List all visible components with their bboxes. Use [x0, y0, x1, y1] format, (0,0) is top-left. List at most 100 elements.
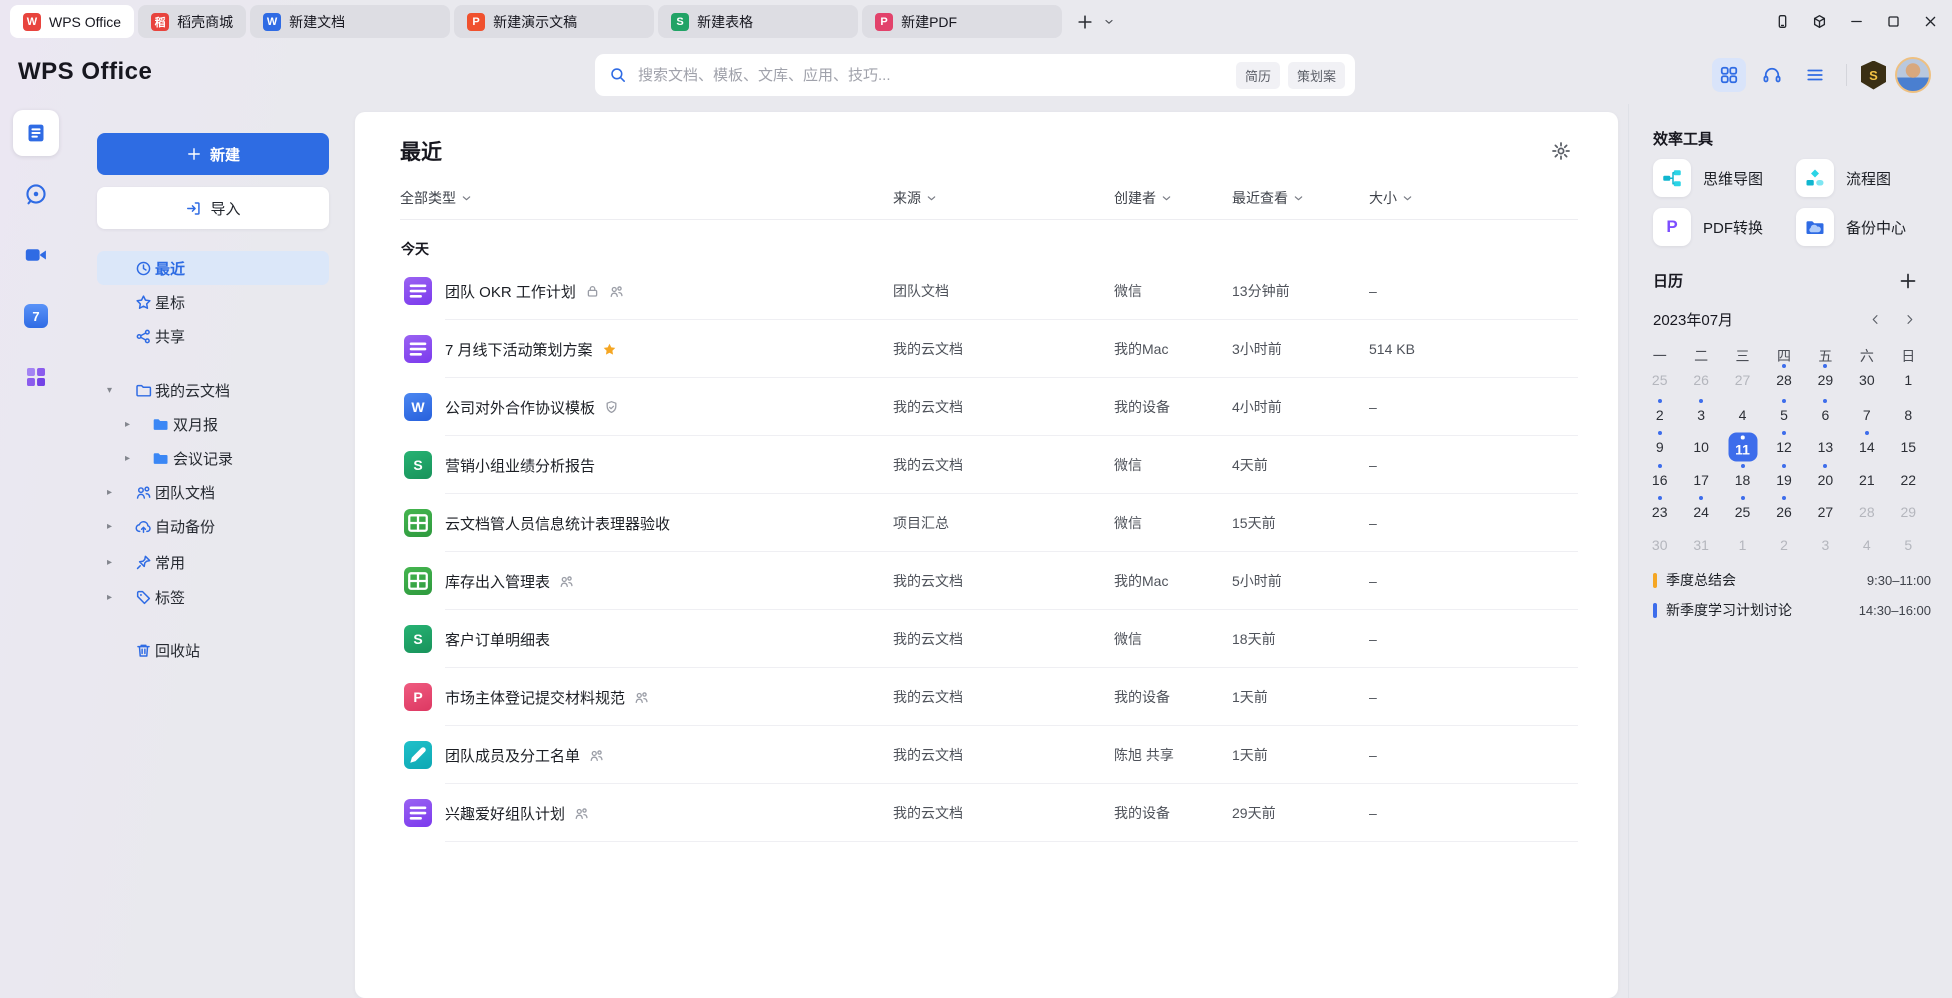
calendar-day[interactable]: 2: [1639, 402, 1680, 428]
calendar-day[interactable]: 28: [1846, 499, 1887, 525]
file-row[interactable]: 兴趣爱好组队计划我的云文档我的设备29天前–: [355, 784, 1618, 842]
calendar-day[interactable]: 27: [1805, 499, 1846, 525]
calendar-day[interactable]: 2: [1763, 532, 1804, 558]
calendar-day[interactable]: 4: [1722, 402, 1763, 428]
calendar-event[interactable]: 季度总结会9:30–11:00: [1653, 569, 1931, 591]
sidebar-tree-item[interactable]: ▸会议记录: [97, 441, 329, 475]
tab-pdf[interactable]: P新建PDF: [862, 5, 1062, 38]
caret-right-icon[interactable]: ▸: [107, 509, 112, 543]
caret-down-icon[interactable]: ▾: [107, 373, 112, 407]
plus-icon[interactable]: [1076, 13, 1094, 31]
calendar-event[interactable]: 新季度学习计划讨论14:30–16:00: [1653, 599, 1931, 621]
sidebar-tree-item[interactable]: ▸团队文档: [97, 475, 329, 509]
calendar-day[interactable]: 25: [1722, 499, 1763, 525]
list-settings-gear-icon[interactable]: [1551, 141, 1571, 161]
file-row[interactable]: 团队成员及分工名单我的云文档陈旭 共享1天前–: [355, 726, 1618, 784]
file-row[interactable]: 团队 OKR 工作计划团队文档微信13分钟前–: [355, 262, 1618, 320]
new-document-button[interactable]: 新建: [97, 133, 329, 175]
filter-2[interactable]: 创建者: [1114, 188, 1172, 208]
calendar-day[interactable]: 29: [1805, 367, 1846, 393]
calendar-day[interactable]: 20: [1805, 467, 1846, 493]
calendar-day[interactable]: 27: [1722, 367, 1763, 393]
minimize-icon[interactable]: [1849, 14, 1864, 29]
calendar-day[interactable]: 17: [1680, 467, 1721, 493]
file-row[interactable]: P市场主体登记提交材料规范我的云文档我的设备1天前–: [355, 668, 1618, 726]
calendar-day[interactable]: 15: [1888, 434, 1929, 460]
calendar-day[interactable]: 14: [1846, 434, 1887, 460]
calendar-day[interactable]: 13: [1805, 434, 1846, 460]
filter-3[interactable]: 最近查看: [1232, 188, 1304, 208]
rail-item-meeting[interactable]: [13, 232, 59, 278]
filter-0[interactable]: 全部类型: [400, 188, 472, 208]
calendar-day[interactable]: 12: [1763, 434, 1804, 460]
calendar-day[interactable]: 24: [1680, 499, 1721, 525]
calendar-day[interactable]: 19: [1763, 467, 1804, 493]
calendar-next-icon[interactable]: [1903, 313, 1916, 326]
calendar-day[interactable]: 22: [1888, 467, 1929, 493]
rail-item-apps[interactable]: [13, 354, 59, 400]
calendar-day[interactable]: 29: [1888, 499, 1929, 525]
mobile-icon[interactable]: [1775, 14, 1790, 29]
sidebar-tree-item[interactable]: ▾我的云文档: [97, 373, 329, 407]
file-row[interactable]: S营销小组业绩分析报告我的云文档微信4天前–: [355, 436, 1618, 494]
file-row[interactable]: 云文档管人员信息统计表理器验收项目汇总微信15天前–: [355, 494, 1618, 552]
caret-right-icon[interactable]: ▸: [125, 407, 130, 441]
file-row[interactable]: 7 月线下活动策划方案我的云文档我的Mac3小时前514 KB: [355, 320, 1618, 378]
rail-item-messages[interactable]: [13, 171, 59, 217]
rail-item-calendar[interactable]: 7: [13, 293, 59, 339]
global-search-bar[interactable]: 简历策划案: [595, 54, 1355, 96]
calendar-day[interactable]: 3: [1805, 532, 1846, 558]
calendar-day[interactable]: 25: [1639, 367, 1680, 393]
caret-right-icon[interactable]: ▸: [107, 475, 112, 509]
chev-down-icon[interactable]: [1104, 17, 1114, 27]
search-suggestion-chip[interactable]: 简历: [1236, 62, 1280, 89]
calendar-day[interactable]: 23: [1639, 499, 1680, 525]
sidebar-tree-item[interactable]: ▸常用: [97, 545, 329, 579]
user-avatar[interactable]: [1895, 57, 1931, 93]
tool-mindmap[interactable]: 思维导图: [1653, 159, 1763, 197]
calendar-day[interactable]: 6: [1805, 402, 1846, 428]
sidebar-item-star[interactable]: 星标: [97, 285, 329, 319]
calendar-day[interactable]: 28: [1763, 367, 1804, 393]
calendar-day[interactable]: 18: [1722, 467, 1763, 493]
calendar-day[interactable]: 7: [1846, 402, 1887, 428]
sidebar-item-trash[interactable]: 回收站: [97, 633, 329, 667]
tool-pdf-convert[interactable]: PPDF转换: [1653, 208, 1763, 246]
calendar-day[interactable]: 16: [1639, 467, 1680, 493]
tool-backup[interactable]: 备份中心: [1796, 208, 1906, 246]
close-icon[interactable]: [1923, 14, 1938, 29]
calendar-day[interactable]: 4: [1846, 532, 1887, 558]
calendar-day[interactable]: 21: [1846, 467, 1887, 493]
sidebar-tree-item[interactable]: ▸双月报: [97, 407, 329, 441]
calendar-day[interactable]: 3: [1680, 402, 1721, 428]
box-icon[interactable]: [1812, 14, 1827, 29]
sidebar-tree-item[interactable]: ▸标签: [97, 580, 329, 614]
search-suggestion-chip[interactable]: 策划案: [1288, 62, 1345, 89]
support-button[interactable]: [1755, 58, 1789, 92]
rail-item-documents[interactable]: [13, 110, 59, 156]
file-row[interactable]: 库存出入管理表我的云文档我的Mac5小时前–: [355, 552, 1618, 610]
calendar-day-selected[interactable]: 11: [1722, 434, 1763, 460]
calendar-prev-icon[interactable]: [1869, 313, 1882, 326]
sidebar-item-share[interactable]: 共享: [97, 319, 329, 353]
import-button[interactable]: 导入: [97, 187, 329, 229]
menu-button[interactable]: [1798, 58, 1832, 92]
calendar-day[interactable]: 1: [1722, 532, 1763, 558]
calendar-day[interactable]: 5: [1888, 532, 1929, 558]
tool-flowchart[interactable]: 流程图: [1796, 159, 1891, 197]
calendar-day[interactable]: 30: [1639, 532, 1680, 558]
calendar-day[interactable]: 1: [1888, 367, 1929, 393]
calendar-day[interactable]: 5: [1763, 402, 1804, 428]
tab-presentation[interactable]: P新建演示文稿: [454, 5, 654, 38]
calendar-day[interactable]: 10: [1680, 434, 1721, 460]
tab-writer[interactable]: W新建文档: [250, 5, 450, 38]
calendar-add-icon[interactable]: [1898, 271, 1918, 291]
filter-1[interactable]: 来源: [893, 188, 937, 208]
file-row[interactable]: S客户订单明细表我的云文档微信18天前–: [355, 610, 1618, 668]
calendar-day[interactable]: 31: [1680, 532, 1721, 558]
caret-right-icon[interactable]: ▸: [125, 441, 130, 475]
sidebar-tree-item[interactable]: ▸自动备份: [97, 509, 329, 543]
calendar-day[interactable]: 8: [1888, 402, 1929, 428]
calendar-day[interactable]: 9: [1639, 434, 1680, 460]
caret-right-icon[interactable]: ▸: [107, 580, 112, 614]
